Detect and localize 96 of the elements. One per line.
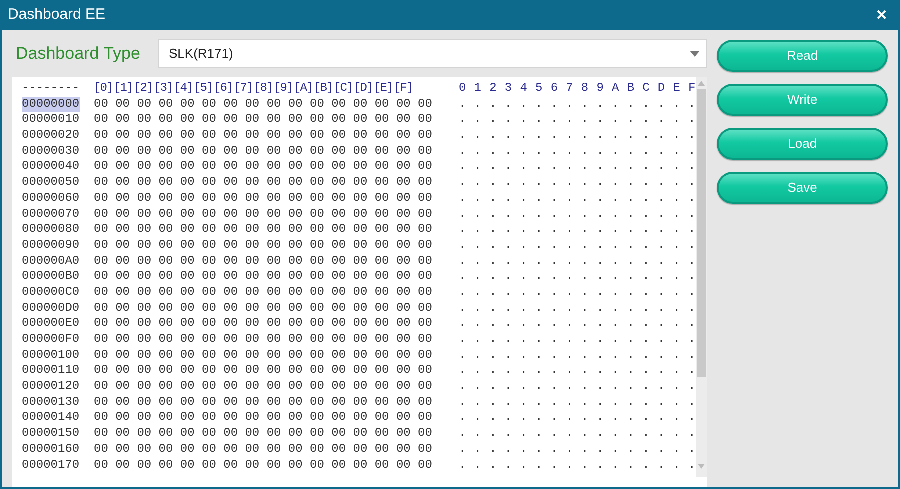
hex-bytes: 00 00 00 00 00 00 00 00 00 00 00 00 00 00 00 00: [94, 175, 434, 191]
address-cell[interactable]: 000000E0: [22, 316, 80, 332]
address-cell[interactable]: 000000A0: [22, 254, 80, 270]
field-label: Dashboard Type: [15, 42, 142, 65]
address-cell[interactable]: 00000020: [22, 128, 80, 144]
hex-bytes: 00 00 00 00 00 00 00 00 00 00 00 00 00 00 00 00: [94, 96, 434, 112]
address-cell[interactable]: 00000100: [22, 348, 80, 364]
column-header: [6]: [214, 81, 234, 97]
ascii-text: . . . . . . . . . . . . . . . .: [459, 159, 696, 176]
ascii-text: . . . . . . . . . . . . . . . .: [459, 206, 696, 222]
column-header: [0]: [94, 81, 114, 97]
address-cell[interactable]: 00000170: [22, 458, 80, 474]
hex-bytes: 00 00 00 00 00 00 00 00 00 00 00 00 00 00 00 00: [94, 379, 434, 395]
address-cell[interactable]: 00000110: [22, 363, 80, 380]
address-cell[interactable]: 00000160: [22, 442, 80, 458]
column-header: [C]: [334, 81, 354, 97]
address-cell[interactable]: 00000150: [22, 426, 80, 442]
hex-bytes: 00 00 00 00 00 00 00 00 00 00 00 00 00 00 00 00: [94, 332, 434, 348]
column-header: [5]: [194, 81, 214, 97]
column-header: [9]: [274, 81, 294, 97]
address-cell[interactable]: 00000070: [22, 206, 80, 222]
hex-bytes: 00 00 00 00 00 00 00 00 00 00 00 00 00 00 00 00: [94, 206, 434, 222]
close-button[interactable]: ✕: [872, 4, 892, 26]
address-cell[interactable]: 00000010: [22, 112, 80, 128]
hex-bytes: 00 00 00 00 00 00 00 00 00 00 00 00 00 00 00 00: [94, 300, 434, 316]
ascii-text: . . . . . . . . . . . . . . . .: [459, 238, 696, 254]
column-header: [A]: [294, 81, 314, 97]
ascii-text: . . . . . . . . . . . . . . . .: [459, 348, 696, 364]
ascii-text: . . . . . . . . . . . . . . . .: [459, 190, 696, 207]
address-cell[interactable]: 00000060: [22, 190, 80, 207]
column-header: [F]: [394, 81, 414, 97]
address-cell[interactable]: 00000030: [22, 144, 80, 160]
ascii-text: . . . . . . . . . . . . . . . .: [459, 300, 696, 316]
hex-bytes: 00 00 00 00 00 00 00 00 00 00 00 00 00 00 00 00: [94, 410, 434, 426]
column-header: [2]: [134, 81, 154, 97]
column-header: [4]: [174, 81, 194, 97]
column-header: [7]: [234, 81, 254, 97]
dashboard-type-dropdown[interactable]: SLK(R171): [158, 39, 708, 68]
ascii-text: . . . . . . . . . . . . . . . .: [459, 458, 696, 474]
ascii-text: . . . . . . . . . . . . . . . .: [459, 363, 696, 380]
ascii-text: . . . . . . . . . . . . . . . .: [459, 128, 696, 144]
ascii-header: 0 1 2 3 4 5 6 7 8 9 A B C D E F: [459, 81, 696, 97]
column-header: [3]: [154, 81, 174, 97]
ascii-text: . . . . . . . . . . . . . . . .: [459, 442, 696, 458]
ascii-text: . . . . . . . . . . . . . . . .: [459, 410, 696, 426]
address-cell[interactable]: 000000D0: [22, 300, 80, 316]
window-title: Dashboard EE: [8, 4, 106, 25]
address-cell[interactable]: 00000120: [22, 379, 80, 395]
hex-bytes: 00 00 00 00 00 00 00 00 00 00 00 00 00 00 00 00: [94, 348, 434, 364]
hex-bytes: 00 00 00 00 00 00 00 00 00 00 00 00 00 00 00 00: [94, 269, 434, 285]
column-header: [1]: [114, 81, 134, 97]
ascii-text: . . . . . . . . . . . . . . . .: [459, 284, 696, 301]
address-cell[interactable]: 00000040: [22, 159, 80, 176]
address-cell[interactable]: 000000B0: [22, 269, 80, 285]
hex-bytes: 00 00 00 00 00 00 00 00 00 00 00 00 00 00 00 00: [94, 112, 434, 128]
hex-bytes: 00 00 00 00 00 00 00 00 00 00 00 00 00 00 00 00: [94, 144, 434, 160]
ascii-text: . . . . . . . . . . . . . . . .: [459, 254, 696, 270]
ascii-text: . . . . . . . . . . . . . . . .: [459, 316, 696, 332]
address-cell[interactable]: 00000090: [22, 238, 80, 254]
hex-bytes: 00 00 00 00 00 00 00 00 00 00 00 00 00 00 00 00: [94, 254, 434, 270]
hex-bytes: 00 00 00 00 00 00 00 00 00 00 00 00 00 00 00 00: [94, 442, 434, 458]
hex-bytes: 00 00 00 00 00 00 00 00 00 00 00 00 00 00 00 00: [94, 394, 434, 410]
hex-bytes: 00 00 00 00 00 00 00 00 00 00 00 00 00 00 00 00: [94, 222, 434, 238]
ascii-text: . . . . . . . . . . . . . . . .: [459, 394, 696, 410]
ascii-text: . . . . . . . . . . . . . . . .: [459, 269, 696, 285]
column-header: [B]: [314, 81, 334, 97]
address-cell[interactable]: 00000000: [22, 96, 80, 112]
column-header: [E]: [374, 81, 394, 97]
dropdown-value: SLK(R171): [169, 44, 234, 63]
ascii-text: . . . . . . . . . . . . . . . .: [459, 144, 696, 160]
hex-bytes: 00 00 00 00 00 00 00 00 00 00 00 00 00 00 00 00: [94, 426, 434, 442]
ascii-text: . . . . . . . . . . . . . . . .: [459, 426, 696, 442]
address-cell[interactable]: 00000050: [22, 175, 80, 191]
address-header: --------: [22, 81, 81, 97]
hex-bytes: 00 00 00 00 00 00 00 00 00 00 00 00 00 00 00 00: [94, 190, 434, 207]
hex-bytes: 00 00 00 00 00 00 00 00 00 00 00 00 00 00 00 00: [94, 284, 434, 301]
hex-bytes: 00 00 00 00 00 00 00 00 00 00 00 00 00 00 00 00: [94, 128, 434, 144]
column-header: [D]: [354, 81, 374, 97]
ascii-text: . . . . . . . . . . . . . . . .: [459, 222, 696, 238]
address-cell[interactable]: 00000130: [22, 394, 80, 410]
address-cell[interactable]: 00000080: [22, 222, 80, 238]
hex-bytes: 00 00 00 00 00 00 00 00 00 00 00 00 00 00 00 00: [94, 458, 434, 474]
ascii-text: . . . . . . . . . . . . . . . .: [459, 379, 696, 395]
ascii-text: . . . . . . . . . . . . . . . .: [459, 112, 696, 128]
hex-bytes: 00 00 00 00 00 00 00 00 00 00 00 00 00 00 00 00: [94, 316, 434, 332]
ascii-text: . . . . . . . . . . . . . . . .: [459, 175, 696, 191]
address-cell[interactable]: 000000F0: [22, 332, 80, 348]
caret-icon: [690, 50, 700, 56]
column-header: [8]: [254, 81, 274, 97]
address-cell[interactable]: 000000C0: [22, 284, 80, 301]
hex-bytes: 00 00 00 00 00 00 00 00 00 00 00 00 00 00 00 00: [94, 159, 434, 176]
ascii-text: . . . . . . . . . . . . . . . .: [459, 96, 696, 112]
ascii-text: . . . . . . . . . . . . . . . .: [459, 332, 696, 348]
address-cell[interactable]: 00000140: [22, 410, 80, 426]
hex-bytes: 00 00 00 00 00 00 00 00 00 00 00 00 00 00 00 00: [94, 363, 434, 380]
hex-bytes: 00 00 00 00 00 00 00 00 00 00 00 00 00 00 00 00: [94, 238, 434, 254]
